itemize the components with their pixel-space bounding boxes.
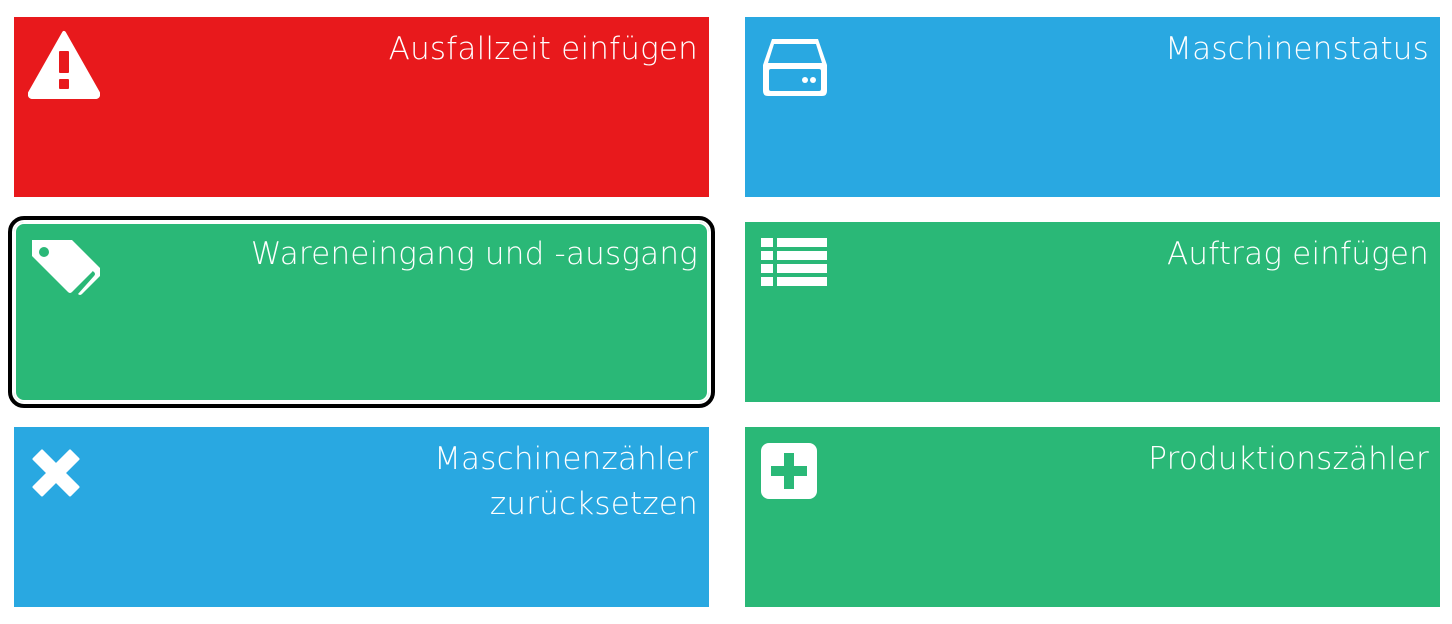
tile-reset-counter[interactable]: Maschinenzähler zurücksetzen — [14, 427, 709, 607]
tile-label: Auftrag einfügen — [1167, 236, 1429, 272]
tags-icon — [28, 234, 100, 306]
tile-order[interactable]: Auftrag einfügen — [745, 222, 1440, 402]
tile-label: Produktionszähler — [1148, 441, 1429, 477]
tile-label: Maschinenzähler zurücksetzen — [434, 441, 698, 522]
warning-icon — [28, 29, 100, 101]
close-icon — [28, 439, 100, 511]
tile-machine-status[interactable]: Maschinenstatus — [745, 17, 1440, 197]
tile-production[interactable]: Produktionszähler — [745, 427, 1440, 607]
tile-label: Maschinenstatus — [1165, 31, 1429, 67]
tile-downtime[interactable]: Ausfallzeit einfügen — [14, 17, 709, 197]
hard-drive-icon — [759, 29, 831, 101]
tile-goods[interactable]: Wareneingang und -ausgang — [8, 216, 715, 408]
plus-square-icon — [759, 439, 831, 511]
tile-label: Ausfallzeit einfügen — [388, 31, 698, 67]
tile-label: Wareneingang und -ausgang — [250, 236, 698, 272]
list-icon — [759, 234, 831, 306]
